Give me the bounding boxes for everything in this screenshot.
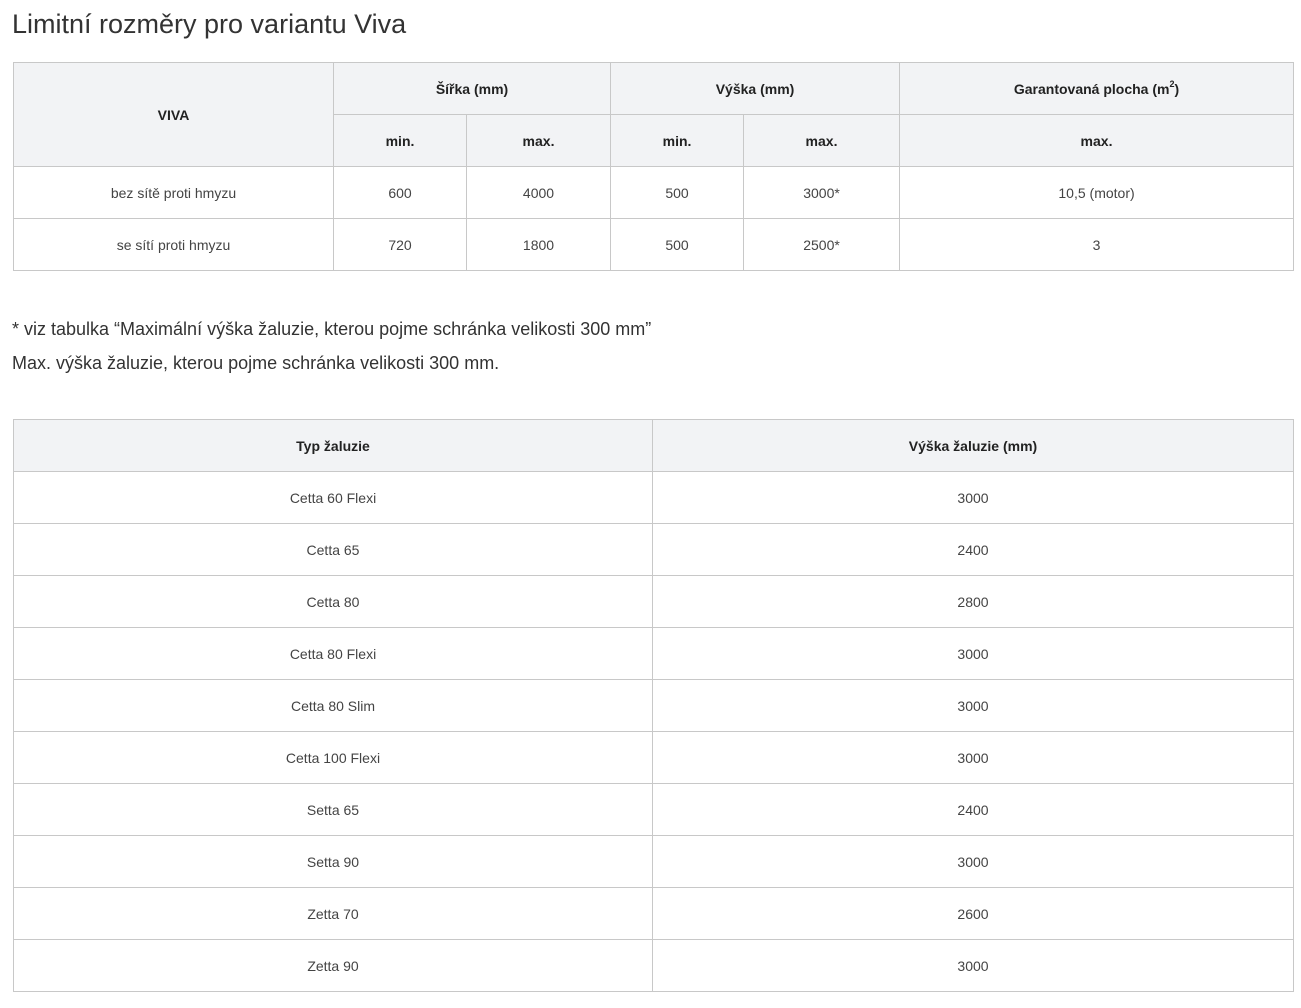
height-min-cell: 500 — [610, 166, 745, 219]
table-row: Cetta 65 2400 — [13, 523, 1294, 576]
height-min-cell: 500 — [610, 218, 745, 271]
height-group-header: Výška (mm) — [610, 62, 901, 115]
table-row: se sítí proti hmyzu 720 1800 500 2500* 3 — [13, 218, 1295, 271]
type-cell: Cetta 80 — [13, 575, 653, 628]
height-cell: 3000 — [652, 627, 1294, 680]
width-max-header: max. — [465, 114, 612, 167]
limits-table: VIVA Šířka (mm) Výška (mm) Garantovaná p… — [13, 62, 1295, 271]
table-row: bez sítě proti hmyzu 600 4000 500 3000* … — [13, 166, 1295, 219]
footnote-text: * viz tabulka “Maximální výška žaluzie, … — [12, 319, 652, 339]
table-row: Cetta 80 Flexi 3000 — [13, 627, 1294, 680]
height-cell: 2800 — [652, 575, 1294, 628]
area-header-suffix: ) — [1174, 80, 1180, 97]
width-min-header: min. — [333, 114, 467, 167]
table-row: Cetta 80 Slim 3000 — [13, 679, 1294, 732]
area-max-header: max. — [899, 114, 1295, 167]
height-max-header: max. — [743, 114, 901, 167]
width-max-cell: 4000 — [465, 166, 612, 219]
area-header-label: Garantovaná plocha (m — [1013, 80, 1170, 97]
heights-table: Typ žaluzie Výška žaluzie (mm) Cetta 60 … — [13, 419, 1294, 992]
area-max-cell: 3 — [899, 218, 1295, 271]
table-row: Cetta 60 Flexi 3000 — [13, 471, 1294, 524]
type-cell: Zetta 70 — [13, 887, 653, 940]
area-group-header: Garantovaná plocha (m2) — [899, 62, 1295, 115]
limits-corner-header: VIVA — [13, 62, 334, 167]
section-subtitle: Max. výška žaluzie, kterou pojme schránk… — [12, 353, 500, 373]
notes: * viz tabulka “Maximální výška žaluzie, … — [12, 312, 651, 380]
limits-header-row: VIVA Šířka (mm) Výška (mm) Garantovaná p… — [13, 62, 1295, 167]
width-group-header: Šířka (mm) — [332, 62, 612, 115]
table-row: Setta 90 3000 — [13, 835, 1294, 888]
height-cell: 3000 — [652, 471, 1294, 524]
height-cell: 3000 — [652, 679, 1294, 732]
type-cell: Cetta 60 Flexi — [13, 471, 653, 524]
heights-header-row: Typ žaluzie Výška žaluzie (mm) — [13, 419, 1294, 472]
type-cell: Cetta 65 — [13, 523, 653, 576]
page-title: Limitní rozměry pro variantu Viva — [12, 9, 407, 39]
height-cell: 2400 — [652, 783, 1294, 836]
table-row: Zetta 90 3000 — [13, 939, 1294, 992]
type-cell: Cetta 80 Flexi — [13, 627, 653, 680]
row-label: se sítí proti hmyzu — [13, 218, 334, 271]
height-cell: 2600 — [652, 887, 1294, 940]
height-cell: 3000 — [652, 835, 1294, 888]
height-header: Výška žaluzie (mm) — [652, 419, 1294, 472]
width-min-cell: 600 — [333, 166, 467, 219]
type-cell: Setta 65 — [13, 783, 653, 836]
type-cell: Zetta 90 — [13, 939, 653, 992]
area-header-superscript: 2 — [1169, 78, 1175, 89]
area-max-cell: 10,5 (motor) — [899, 166, 1295, 219]
width-min-cell: 720 — [333, 218, 467, 271]
height-cell: 3000 — [652, 939, 1294, 992]
table-row: Setta 65 2400 — [13, 783, 1294, 836]
width-max-cell: 1800 — [465, 218, 612, 271]
type-header: Typ žaluzie — [13, 419, 653, 472]
type-cell: Cetta 80 Slim — [13, 679, 653, 732]
height-max-cell: 2500* — [743, 218, 901, 271]
table-row: Zetta 70 2600 — [13, 887, 1294, 940]
table-row: Cetta 80 2800 — [13, 575, 1294, 628]
height-min-header: min. — [610, 114, 745, 167]
height-max-cell: 3000* — [743, 166, 901, 219]
height-cell: 3000 — [652, 731, 1294, 784]
type-cell: Setta 90 — [13, 835, 653, 888]
height-cell: 2400 — [652, 523, 1294, 576]
row-label: bez sítě proti hmyzu — [13, 166, 334, 219]
type-cell: Cetta 100 Flexi — [13, 731, 653, 784]
table-row: Cetta 100 Flexi 3000 — [13, 731, 1294, 784]
